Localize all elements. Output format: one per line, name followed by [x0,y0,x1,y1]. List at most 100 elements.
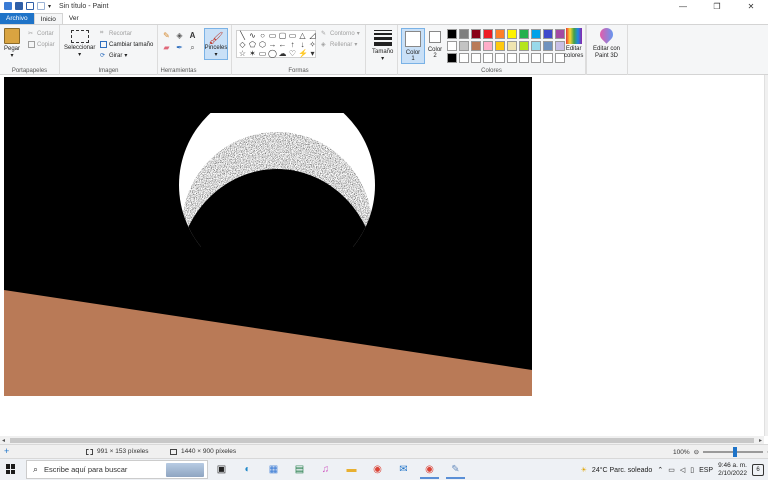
clock[interactable]: 9:46 a. m. 2/10/2022 [718,462,747,478]
palette-swatch[interactable] [507,53,517,63]
zoom-slider-knob[interactable] [733,447,738,457]
edge-icon[interactable]: ◐ [238,461,257,479]
tab-inicio[interactable]: Inicio [33,13,63,24]
shape-option[interactable]: ♡ [288,50,297,58]
palette-swatch[interactable] [495,53,505,63]
shape-option[interactable]: ▢ [278,32,287,40]
chrome-running-icon[interactable]: ◉ [420,461,439,479]
magnifier-icon[interactable]: ⌕ [188,43,197,52]
shape-option[interactable]: ▭ [268,32,277,40]
shape-option[interactable]: ⬠ [248,41,257,49]
excel-icon[interactable]: ▤ [290,461,309,479]
mail-icon[interactable]: ✉ [394,461,413,479]
network-icon[interactable]: ▭ [668,466,675,474]
palette-swatch[interactable] [471,29,481,39]
palette-swatch[interactable] [447,53,457,63]
itunes-icon[interactable]: ♫ [316,461,335,479]
text-icon[interactable]: A [188,31,197,40]
shape-option[interactable]: ↑ [288,41,297,49]
color-picker-icon[interactable]: ✒ [175,43,184,52]
close-button[interactable]: ✕ [734,0,768,12]
weather-text[interactable]: 24°C Parc. soleado [592,467,652,474]
palette-swatch[interactable] [543,41,553,51]
color1-button[interactable]: Color 1 [401,28,425,64]
chrome-icon[interactable]: ◉ [368,461,387,479]
paint-running-icon[interactable]: ✎ [446,461,465,479]
task-view-icon[interactable]: ▣ [212,461,231,479]
palette-swatch[interactable] [471,41,481,51]
tab-ver[interactable]: Ver [63,13,85,24]
palette-swatch[interactable] [531,53,541,63]
shape-option[interactable]: ⬡ [258,41,267,49]
shape-option[interactable]: ◿ [308,32,317,40]
color2-button[interactable]: Color 2 [427,28,443,64]
scroll-right-icon[interactable]: ▸ [759,437,762,444]
cut-button[interactable]: ✂ Cortar [28,30,54,38]
palette-swatch[interactable] [459,29,469,39]
shape-option[interactable]: ◯ [268,50,277,58]
volume-icon[interactable]: ◁ [680,466,685,474]
copy-button[interactable]: Copiar [28,41,55,48]
horizontal-scrollbar[interactable]: ◂ ▸ [0,436,764,444]
palette-swatch[interactable] [495,29,505,39]
palette-swatch[interactable] [519,29,529,39]
palette-swatch[interactable] [495,41,505,51]
language-indicator[interactable]: ESP [699,467,713,474]
outline-button[interactable]: ✎ Contorno ▾ [321,30,360,38]
shape-option[interactable]: ∿ [248,32,257,40]
palette-swatch[interactable] [447,41,457,51]
show-hidden-icons-icon[interactable]: ⌃ [657,466,663,474]
crop-button[interactable]: ⌗ Recortar [100,30,132,37]
scrollbar-thumb[interactable] [10,437,754,443]
resize-button[interactable]: Cambiar tamaño [100,41,153,48]
shape-option[interactable]: ╲ [238,32,247,40]
drawing-canvas[interactable] [4,77,532,396]
shape-option[interactable]: ☆ [238,50,247,58]
fill-bucket-icon[interactable]: ◈ [175,31,184,40]
palette-swatch[interactable] [459,53,469,63]
palette-swatch[interactable] [471,53,481,63]
shape-option[interactable]: ← [278,41,287,49]
paint-app-taskbar-icon[interactable]: ▦ [264,461,283,479]
palette-swatch[interactable] [483,53,493,63]
palette-swatch[interactable] [507,29,517,39]
fill-button[interactable]: ◈ Rellenar ▾ [321,41,357,49]
palette-swatch[interactable] [543,29,553,39]
palette-swatch[interactable] [483,29,493,39]
paste-button[interactable]: Pegar ▾ [4,28,20,60]
battery-icon[interactable]: ▯ [690,466,694,474]
palette-swatch[interactable] [519,41,529,51]
shape-option[interactable]: ✶ [248,50,257,58]
shape-option[interactable]: ⚡ [298,50,308,58]
redo-icon[interactable] [37,2,45,10]
size-button[interactable]: Tamaño ▾ [372,28,393,63]
zoom-out-icon[interactable]: ⊖ [694,448,699,456]
edit-with-paint3d-button[interactable]: Editar con Paint 3D [593,25,620,60]
pencil-icon[interactable]: ✎ [162,31,171,40]
shape-option[interactable]: ✧ [308,41,317,49]
zoom-slider[interactable] [703,447,764,457]
vertical-scrollbar[interactable] [764,75,768,436]
shape-option[interactable]: △ [298,32,307,40]
windows-start-icon[interactable] [6,464,16,474]
shape-option[interactable]: ▭ [258,50,267,58]
rotate-button[interactable]: ⟳ Girar ▾ [100,52,127,60]
palette-swatch[interactable] [459,41,469,51]
brushes-button[interactable]: 🖌 Pinceles ▾ [204,28,228,60]
customize-quick-access-icon[interactable]: ▾ [48,3,51,10]
shape-option[interactable]: ◇ [238,41,247,49]
palette-swatch[interactable] [543,53,553,63]
palette-swatch[interactable] [483,41,493,51]
tab-archivo[interactable]: Archivo [0,13,34,24]
shape-option[interactable]: → [268,41,277,49]
eraser-icon[interactable]: ▰ [162,43,171,52]
undo-icon[interactable] [26,2,34,10]
scroll-left-icon[interactable]: ◂ [2,437,5,444]
palette-swatch[interactable] [519,53,529,63]
palette-swatch[interactable] [531,41,541,51]
shape-option[interactable]: ☁ [278,50,287,58]
file-explorer-icon[interactable]: ▬ [342,461,361,479]
shape-option[interactable]: ○ [258,32,267,40]
palette-swatch[interactable] [531,29,541,39]
maximize-button[interactable]: ❐ [700,0,734,12]
